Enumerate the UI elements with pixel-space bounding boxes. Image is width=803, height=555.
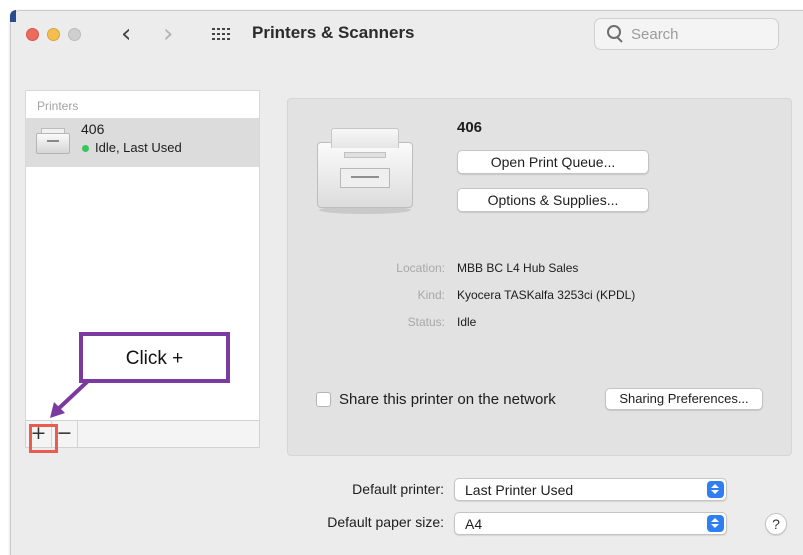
window-title: Printers & Scanners — [252, 23, 415, 42]
callout-text: Click + — [125, 348, 184, 369]
list-item-printer[interactable]: 406 Idle, Last Used — [26, 118, 259, 167]
forward-chevron-icon[interactable]: › — [163, 20, 173, 48]
default-printer-value: Last Printer Used — [465, 482, 574, 498]
open-print-queue-button[interactable]: Open Print Queue... — [457, 150, 649, 174]
search-icon — [607, 25, 622, 40]
location-value: MBB BC L4 Hub Sales — [457, 261, 579, 275]
show-all-grid-icon[interactable] — [212, 28, 230, 40]
default-printer-label: Default printer: — [352, 481, 444, 497]
default-paper-label: Default paper size: — [327, 514, 444, 530]
status-dot-icon — [82, 145, 89, 152]
location-label: Location: — [396, 261, 445, 275]
list-footer: + − — [25, 420, 260, 448]
status-value: Idle — [457, 315, 477, 329]
share-printer-label[interactable]: Share this printer on the network — [339, 391, 556, 408]
minimize-window-button[interactable] — [47, 28, 60, 41]
detail-printer-name: 406 — [457, 119, 483, 136]
printer-icon — [36, 128, 70, 154]
close-window-button[interactable] — [26, 28, 39, 41]
printer-name: 406 — [81, 121, 105, 137]
printer-large-icon — [317, 128, 413, 214]
status-label: Status: — [407, 315, 445, 329]
default-paper-select[interactable]: A4 — [454, 512, 727, 535]
printers-list-header: Printers — [37, 99, 79, 113]
toolbar: ‹ › Printers & Scanners — [0, 0, 803, 68]
zoom-window-button[interactable] — [68, 28, 81, 41]
printer-status: Idle, Last Used — [95, 140, 182, 155]
chevron-updown-icon — [707, 481, 724, 498]
search-field[interactable] — [594, 18, 779, 50]
share-printer-checkbox[interactable] — [316, 392, 331, 407]
callout-arrow-icon — [50, 379, 90, 418]
options-supplies-button[interactable]: Options & Supplies... — [457, 188, 649, 212]
default-printer-select[interactable]: Last Printer Used — [454, 478, 727, 501]
search-input[interactable] — [631, 25, 766, 43]
kind-value: Kyocera TASKalfa 3253ci (KPDL) — [457, 288, 636, 302]
back-chevron-icon[interactable]: ‹ — [121, 20, 131, 48]
chevron-updown-icon — [707, 515, 724, 532]
default-paper-value: A4 — [465, 516, 483, 532]
callout-box: Click + — [79, 332, 230, 383]
sharing-preferences-button[interactable]: Sharing Preferences... — [605, 388, 763, 410]
kind-label: Kind: — [417, 288, 445, 302]
add-button-highlight — [29, 424, 58, 453]
help-button[interactable]: ? — [765, 513, 787, 535]
